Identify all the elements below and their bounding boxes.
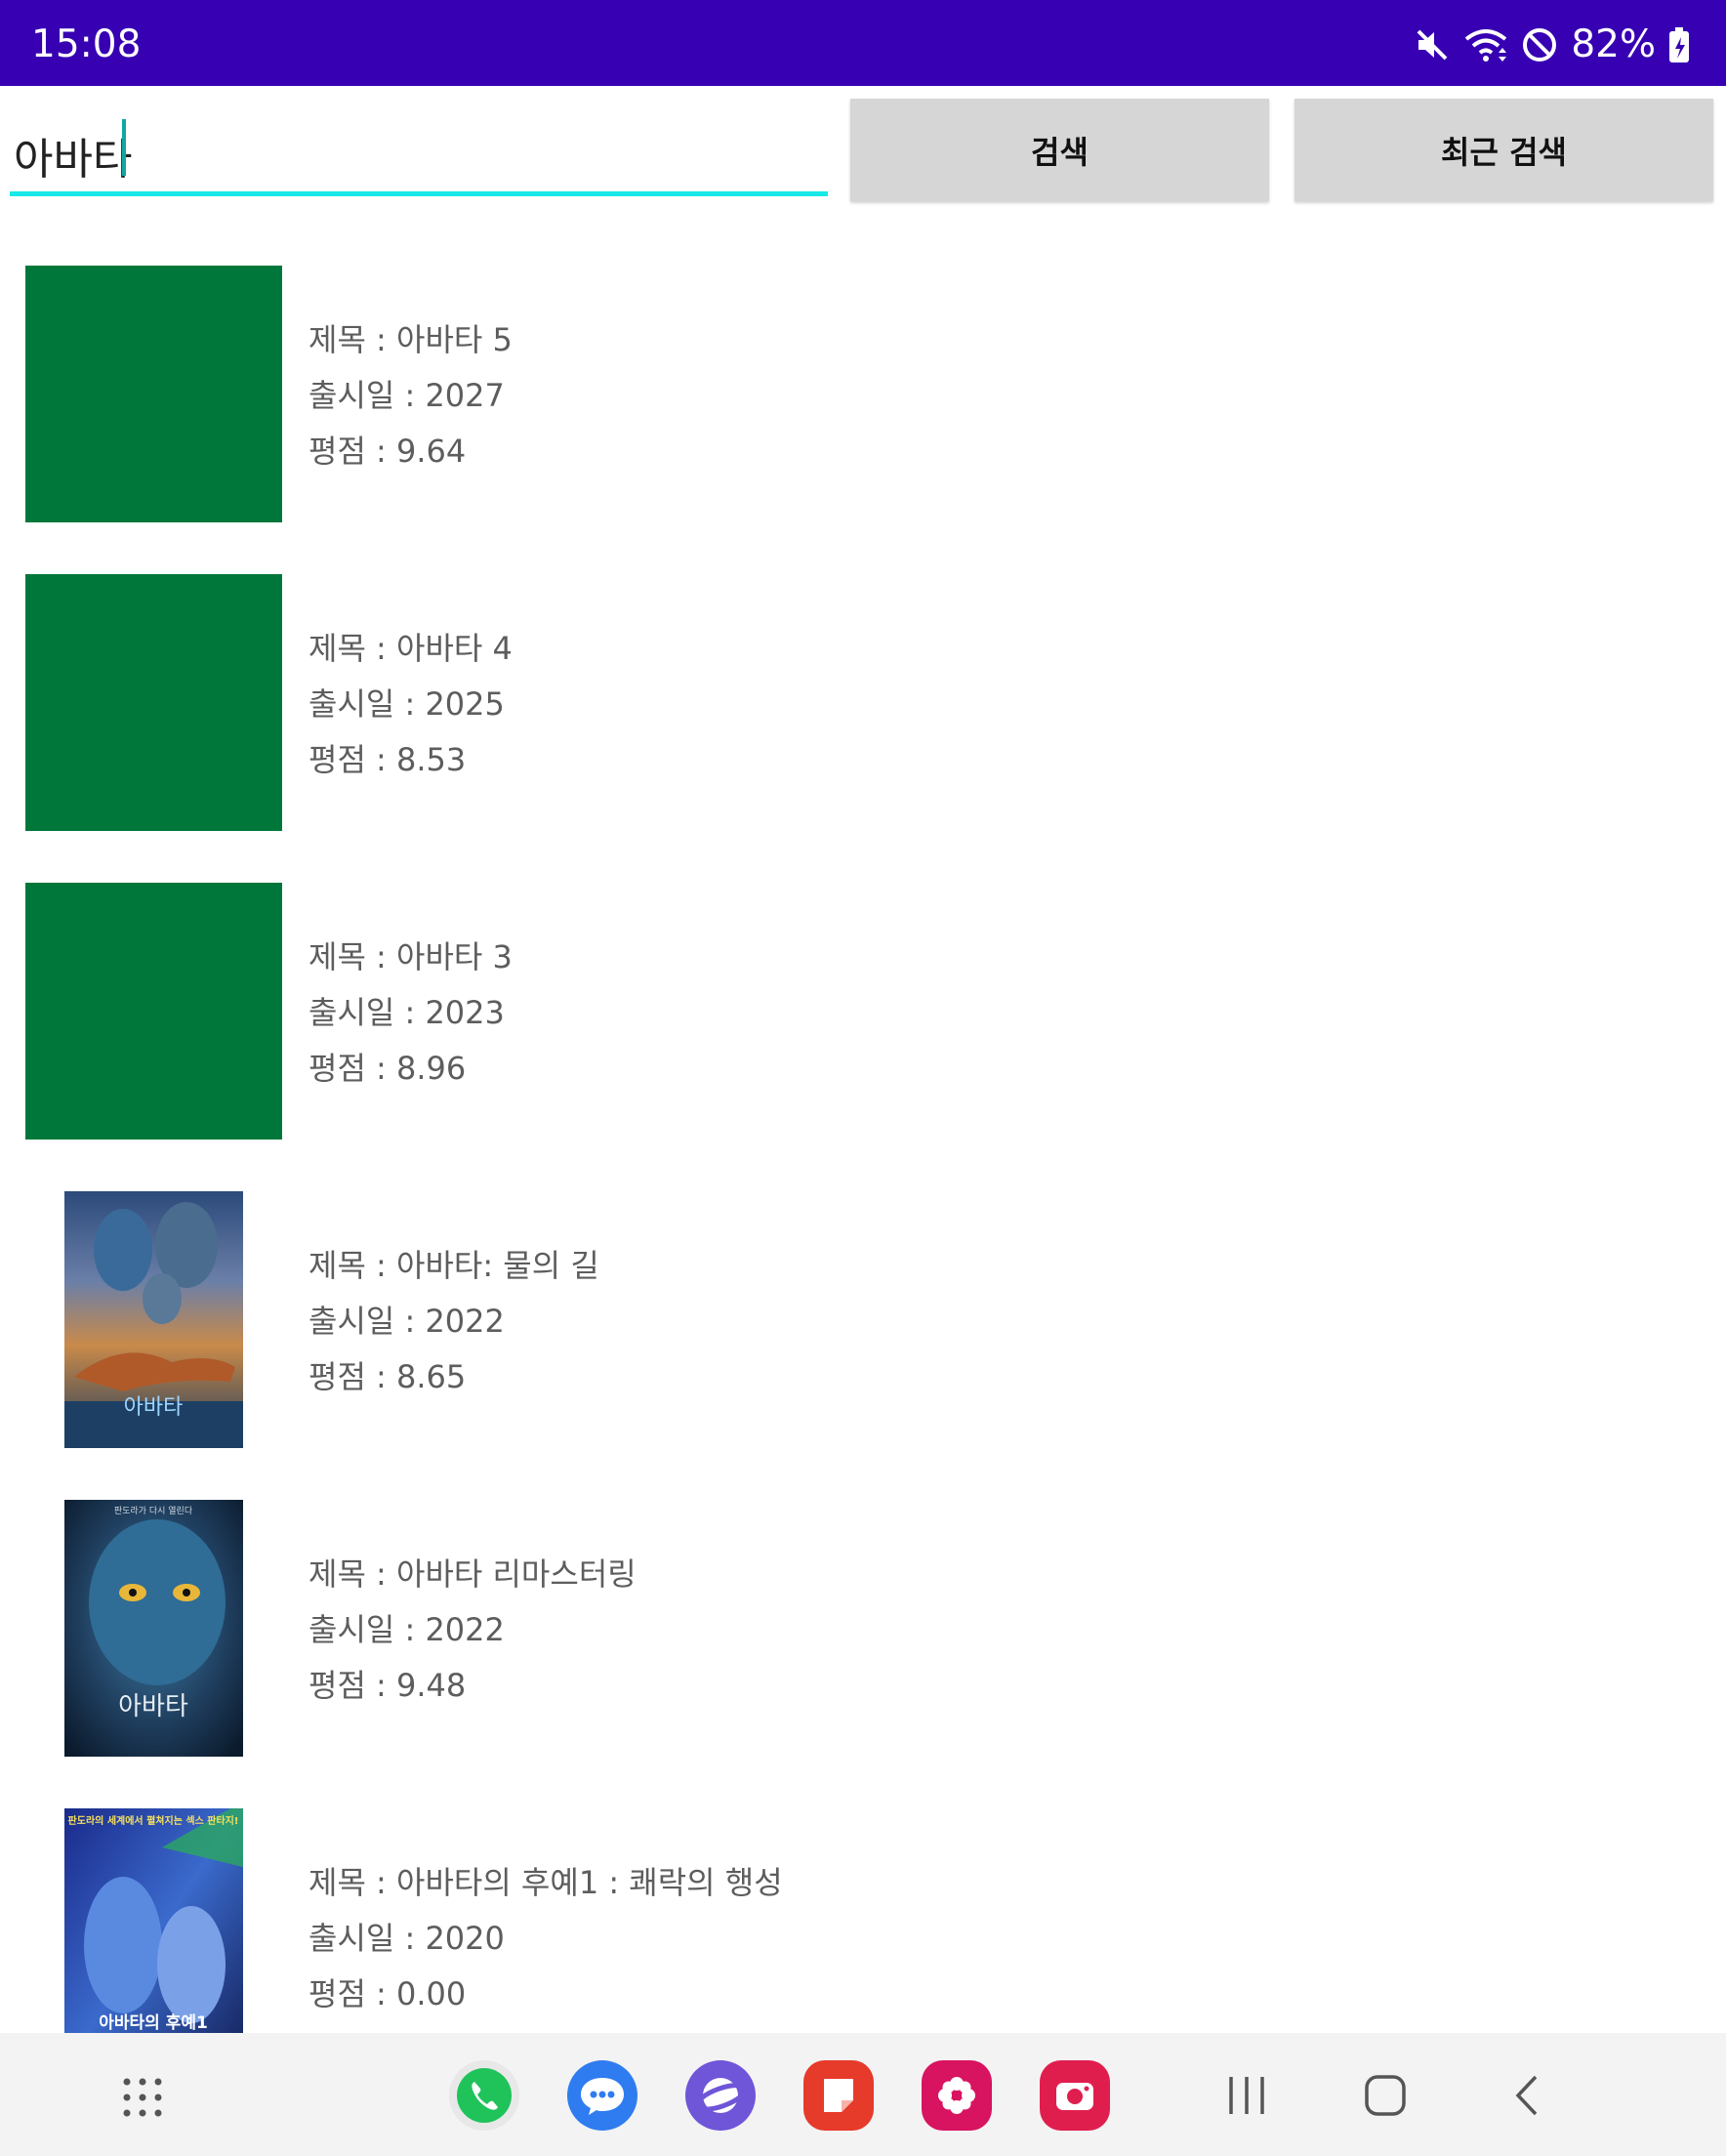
notes-icon[interactable] (803, 2060, 874, 2131)
status-icons: 82% (1413, 21, 1691, 68)
search-field-container (10, 98, 828, 199)
item-title: 제목 : 아바타 4 (308, 630, 513, 667)
thumbnail-placeholder (25, 574, 282, 831)
poster-tagline-text: 판도라의 세계에서 펼쳐지는 섹스 판타지! (68, 1814, 239, 1827)
item-rating: 평점 : 8.53 (308, 741, 467, 778)
search-input[interactable] (10, 98, 828, 195)
list-item[interactable]: 아바타 제목 : 아바타: 물의 길 출시일 : 2022 평점 : 8.65 (0, 1180, 1726, 1448)
poster-tagline-text: 판도라가 다시 열린다 (114, 1506, 193, 1516)
item-release: 출시일 : 2022 (308, 1303, 505, 1340)
item-meta: 제목 : 아바타: 물의 길 출시일 : 2022 평점 : 8.65 (308, 1238, 599, 1405)
do-not-disturb-icon (1523, 28, 1557, 62)
list-item[interactable]: 판도라가 다시 열린다 아바타 제목 : 아바타 리마스터링 출시일 : 202… (0, 1488, 1726, 1757)
item-release: 출시일 : 2025 (308, 685, 505, 723)
item-release: 출시일 : 2020 (308, 1920, 505, 1957)
item-rating: 평점 : 9.64 (308, 433, 467, 470)
messages-icon[interactable] (567, 2060, 637, 2131)
item-rating: 평점 : 9.48 (308, 1667, 467, 1704)
item-title: 제목 : 아바타: 물의 길 (308, 1247, 599, 1284)
item-title: 제목 : 아바타 3 (308, 938, 513, 975)
item-title: 제목 : 아바타 5 (308, 321, 513, 358)
item-rating: 평점 : 8.96 (308, 1050, 467, 1087)
thumbnail-placeholder (25, 883, 282, 1140)
list-item[interactable]: 판도라의 세계에서 펼쳐지는 섹스 판타지! 아바타의 후예1 제목 : 아바타… (0, 1797, 1726, 2033)
list-item[interactable]: 제목 : 아바타 3 출시일 : 2023 평점 : 8.96 (0, 871, 1726, 1140)
wifi-icon (1465, 29, 1507, 62)
thumbnail-placeholder (25, 266, 282, 522)
home-icon[interactable] (1364, 2074, 1407, 2117)
item-meta: 제목 : 아바타 3 출시일 : 2023 평점 : 8.96 (308, 930, 513, 1097)
recents-icon[interactable] (1225, 2074, 1268, 2117)
status-bar: 15:08 82% (0, 0, 1726, 86)
battery-percent: 82% (1571, 22, 1656, 66)
poster-title-text: 아바타 (124, 1395, 184, 1420)
search-button[interactable]: 검색 (850, 99, 1269, 201)
poster-image: 판도라의 세계에서 펼쳐지는 섹스 판타지! 아바타의 후예1 (64, 1808, 243, 2033)
phone-icon[interactable] (449, 2060, 519, 2131)
item-title: 제목 : 아바타 리마스터링 (308, 1555, 637, 1593)
gallery-icon[interactable] (922, 2060, 992, 2131)
internet-icon[interactable] (685, 2060, 756, 2131)
back-icon[interactable] (1506, 2074, 1549, 2117)
battery-charging-icon (1669, 27, 1689, 62)
item-meta: 제목 : 아바타의 후예1 : 쾌락의 행성 출시일 : 2020 평점 : 0… (308, 1855, 783, 2022)
item-release: 출시일 : 2023 (308, 994, 505, 1031)
navigation-bar (0, 2033, 1726, 2156)
item-meta: 제목 : 아바타 5 출시일 : 2027 평점 : 9.64 (308, 312, 513, 479)
list-item[interactable]: 제목 : 아바타 4 출시일 : 2025 평점 : 8.53 (0, 562, 1726, 831)
item-rating: 평점 : 0.00 (308, 1975, 467, 2012)
clock: 15:08 (31, 22, 142, 66)
item-meta: 제목 : 아바타 리마스터링 출시일 : 2022 평점 : 9.48 (308, 1547, 637, 1714)
recent-search-button[interactable]: 최근 검색 (1294, 99, 1713, 201)
poster-title-text: 아바타 (118, 1692, 188, 1721)
item-release: 출시일 : 2022 (308, 1611, 505, 1648)
results-list[interactable]: 제목 : 아바타 5 출시일 : 2027 평점 : 9.64 제목 : 아바타… (0, 254, 1726, 2033)
text-cursor (122, 119, 126, 176)
item-release: 출시일 : 2027 (308, 377, 505, 414)
apps-grid-icon[interactable] (121, 2076, 164, 2119)
poster-title-text: 아바타의 후예1 (99, 2012, 208, 2033)
poster-image: 아바타 (64, 1191, 243, 1448)
camera-icon[interactable] (1040, 2060, 1110, 2131)
list-item[interactable]: 제목 : 아바타 5 출시일 : 2027 평점 : 9.64 (0, 254, 1726, 522)
item-title: 제목 : 아바타의 후예1 : 쾌락의 행성 (308, 1864, 783, 1901)
poster-image: 판도라가 다시 열린다 아바타 (64, 1500, 243, 1757)
item-meta: 제목 : 아바타 4 출시일 : 2025 평점 : 8.53 (308, 621, 513, 788)
mute-icon (1417, 29, 1448, 61)
search-underline (10, 191, 828, 196)
item-rating: 평점 : 8.65 (308, 1358, 467, 1395)
